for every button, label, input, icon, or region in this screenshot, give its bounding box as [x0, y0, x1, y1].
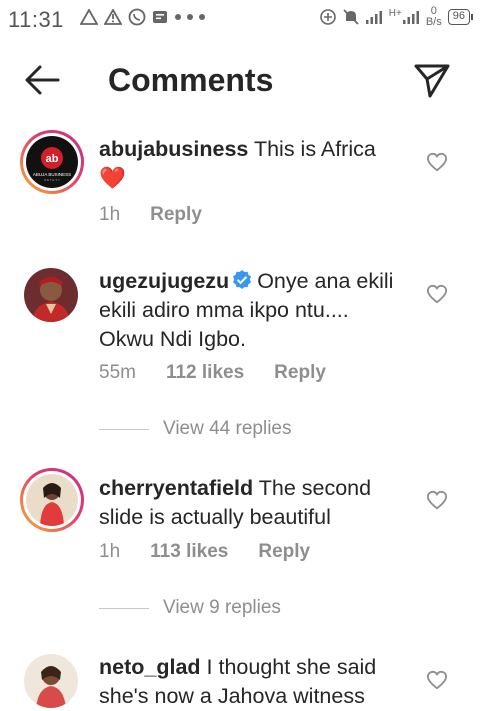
network-type: H+: [388, 7, 402, 19]
avatar[interactable]: ab ABUJA BUSINESS N E T E T Y: [20, 130, 84, 194]
network-speed: 0 B/s: [425, 5, 442, 28]
verified-badge-icon: [233, 270, 252, 289]
comment-text: This is Africa: [253, 137, 376, 161]
notification-icons: [80, 8, 208, 26]
warning-icon: [80, 9, 98, 25]
reply-button[interactable]: Reply: [258, 541, 310, 563]
back-button[interactable]: [22, 62, 62, 98]
message-icon: [153, 11, 167, 23]
heart-emoji: ❤️: [99, 166, 126, 190]
comment-text-block: abujabusiness This is Africa ❤️: [99, 135, 409, 193]
signal-icon: [402, 11, 419, 24]
svg-text:ab: ab: [46, 153, 59, 165]
comment-text-block: ugezujugezu Onye ana ekili ekili adiro mm…: [99, 267, 409, 354]
send-icon: [414, 64, 450, 98]
comments-header: Comments: [0, 50, 480, 110]
comment-meta: 1h Reply: [99, 204, 202, 226]
like-heart-icon[interactable]: [426, 490, 448, 510]
avatar[interactable]: [24, 654, 78, 708]
signal-icon: [365, 11, 382, 24]
like-heart-icon[interactable]: [426, 670, 448, 690]
reply-button[interactable]: Reply: [150, 204, 202, 226]
user-photo: [26, 474, 78, 526]
avatar[interactable]: [20, 468, 84, 532]
comment-meta: 55m 112 likes Reply: [99, 362, 326, 384]
status-time: 11:31: [8, 7, 64, 32]
username[interactable]: abujabusiness: [99, 137, 248, 161]
comment-meta: 1h 113 likes Reply: [99, 541, 310, 563]
comment-text-block: cherryentafield The second slide is actu…: [99, 474, 409, 532]
system-indicators: H+ 0 B/s 96: [319, 5, 474, 28]
reply-button[interactable]: Reply: [274, 362, 326, 384]
like-heart-icon[interactable]: [426, 284, 448, 304]
page-title: Comments: [108, 62, 274, 98]
comment-text-block: neto_glad I thought she said she's now a…: [99, 653, 409, 711]
svg-text:ABUJA BUSINESS: ABUJA BUSINESS: [33, 172, 71, 177]
whatsapp-icon: [128, 8, 146, 26]
view-replies-label: View 9 replies: [163, 597, 281, 618]
divider-line: [99, 607, 149, 609]
data-saver-icon: [319, 9, 336, 25]
divider-line: [99, 428, 149, 430]
battery-indicator: 96: [447, 9, 474, 25]
user-photo: [24, 268, 78, 322]
warning-icon: [104, 9, 122, 25]
svg-text:N E T E T Y: N E T E T Y: [44, 178, 60, 182]
abuja-business-logo: ab ABUJA BUSINESS N E T E T Y: [33, 147, 71, 182]
like-heart-icon[interactable]: [426, 152, 448, 172]
mute-icon: [343, 9, 359, 25]
user-photo: [24, 654, 78, 708]
likes-count[interactable]: 113 likes: [150, 541, 228, 563]
back-arrow-icon: [25, 65, 60, 95]
username[interactable]: neto_glad: [99, 655, 201, 679]
view-replies-button[interactable]: View 44 replies: [99, 418, 292, 440]
comment-time: 1h: [99, 541, 121, 562]
username[interactable]: cherryentafield: [99, 476, 253, 500]
comment-time: 1h: [99, 204, 121, 225]
likes-count[interactable]: 112 likes: [166, 362, 244, 384]
avatar[interactable]: [24, 268, 78, 322]
username[interactable]: ugezujugezu: [99, 269, 229, 293]
comment-time: 55m: [99, 362, 136, 383]
more-dots-icon: [175, 14, 205, 20]
share-button[interactable]: [412, 60, 452, 100]
status-bar: 11:31 H+ 0 B/s 96: [0, 0, 480, 36]
view-replies-label: View 44 replies: [163, 418, 292, 439]
view-replies-button[interactable]: View 9 replies: [99, 597, 281, 619]
